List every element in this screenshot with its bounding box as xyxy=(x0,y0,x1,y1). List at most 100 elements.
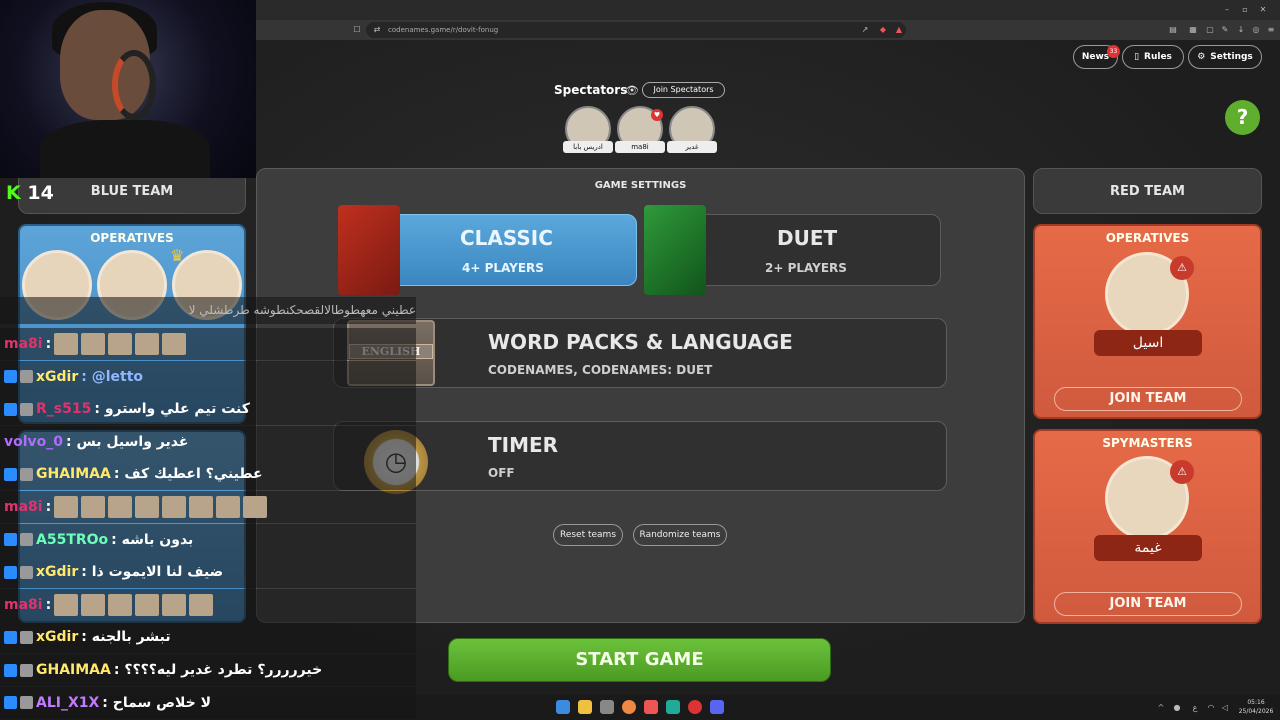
reader-icon[interactable]: ▦ xyxy=(1188,25,1198,35)
spectator-name: غدير xyxy=(667,141,717,153)
wallet-icon[interactable]: ◎ xyxy=(1251,25,1261,35)
alert-icon[interactable]: ▲ xyxy=(894,25,904,35)
menu-icon[interactable]: ≡ xyxy=(1266,25,1276,35)
help-button[interactable]: ? xyxy=(1225,100,1260,135)
classic-title: CLASSIC xyxy=(460,226,553,250)
volume-icon[interactable]: ◁ xyxy=(1220,703,1230,713)
site-info-icon[interactable]: ⇄ xyxy=(372,25,382,35)
game-settings-title: GAME SETTINGS xyxy=(594,180,687,191)
language-icon[interactable]: ع xyxy=(1190,703,1200,713)
crown-icon: ♛ xyxy=(170,246,185,265)
chat-badge-icon xyxy=(4,533,17,547)
extensions-icon[interactable]: ✎ xyxy=(1220,25,1230,35)
chat-emote xyxy=(81,333,106,355)
chat-message: ma8i : xyxy=(0,491,416,523)
close-icon[interactable]: ✕ xyxy=(1258,5,1268,15)
maximize-icon[interactable]: ▫ xyxy=(1240,5,1250,15)
chat-badge-icon xyxy=(20,663,33,677)
chat-emote xyxy=(162,593,187,616)
duet-title: DUET xyxy=(777,226,838,250)
classic-subtitle: 4+ PLAYERS xyxy=(462,261,544,275)
minimize-icon[interactable]: – xyxy=(1222,5,1232,15)
chat-emote xyxy=(54,593,79,616)
chat-username[interactable]: xGdir xyxy=(36,629,78,645)
duet-mode-button[interactable]: DUET 2+ PLAYERS xyxy=(672,214,941,286)
kick-logo-icon: K xyxy=(6,182,21,204)
headphones xyxy=(112,50,156,120)
chat-username[interactable]: ma8i xyxy=(4,597,43,613)
chat-message: R_s515 : كنت تيم علي واسترو xyxy=(0,393,416,426)
url-field[interactable]: codenames.game/r/dovit-fonug xyxy=(366,22,906,38)
discord-icon[interactable] xyxy=(710,700,724,714)
chat-badge-icon xyxy=(20,370,33,384)
spectator-name: ma8i xyxy=(615,141,665,153)
chat-emote xyxy=(243,496,268,518)
red-operative-name: اسيل xyxy=(1094,330,1202,356)
join-red-spymasters-button[interactable]: JOIN TEAM xyxy=(1054,592,1242,616)
join-spectators-button[interactable]: Join Spectators xyxy=(642,82,725,98)
chat-username[interactable]: GHAIMAA xyxy=(36,662,111,678)
chat-emote xyxy=(135,593,160,616)
join-red-operatives-button[interactable]: JOIN TEAM xyxy=(1054,387,1242,411)
red-spymaster-name: غيمة xyxy=(1094,535,1202,561)
sidebar-icon[interactable]: ▤ xyxy=(1168,25,1178,35)
chat-emote xyxy=(189,496,214,518)
chat-username[interactable]: ALI_X1X xyxy=(36,695,99,711)
host-badge-icon: ♥ xyxy=(651,109,663,121)
blue-team-title: BLUE TEAM xyxy=(90,183,174,199)
mic-icon[interactable]: ● xyxy=(1172,703,1182,713)
chat-message: volvo_0 : غدير واسيل بس xyxy=(0,425,416,458)
chat-username[interactable]: volvo_0 xyxy=(4,434,63,450)
chat-message: xGdir : @letto xyxy=(0,360,416,393)
chevron-up-icon[interactable]: ^ xyxy=(1156,703,1166,713)
chat-emote xyxy=(108,496,133,518)
randomize-teams-button[interactable]: Randomize teams xyxy=(633,524,727,546)
file-explorer-icon[interactable] xyxy=(578,700,592,714)
disconnected-icon: ⚠ xyxy=(1170,460,1194,484)
chat-username[interactable]: xGdir xyxy=(36,369,78,385)
settings-label: Settings xyxy=(1210,52,1253,62)
rules-button[interactable]: ▯ Rules xyxy=(1122,45,1184,69)
classic-mode-button[interactable]: CLASSIC 4+ PLAYERS xyxy=(366,214,637,286)
chat-username[interactable]: ma8i xyxy=(4,336,43,352)
share-icon[interactable]: ↗ xyxy=(860,25,870,35)
chat-username[interactable]: xGdir xyxy=(36,564,78,580)
start-menu-icon[interactable] xyxy=(556,700,570,714)
app-icon[interactable] xyxy=(600,700,614,714)
bookmark-icon[interactable]: ☐ xyxy=(352,25,362,35)
chat-username[interactable]: GHAIMAA xyxy=(36,466,111,482)
brave-icon[interactable] xyxy=(644,700,658,714)
chat-emote xyxy=(189,593,214,616)
obs-icon[interactable] xyxy=(688,700,702,714)
app-icon[interactable] xyxy=(666,700,680,714)
chat-username[interactable]: A55TROo xyxy=(36,532,108,548)
clock-time: 05:16 xyxy=(1247,699,1265,706)
chat-username[interactable]: R_s515 xyxy=(36,401,91,417)
chat-badge-icon xyxy=(4,402,17,416)
red-spymasters-title: SPYMASTERS xyxy=(1102,436,1193,450)
chat-badge-icon xyxy=(20,402,33,416)
chat-emote xyxy=(162,333,187,355)
chat-emote xyxy=(81,496,106,518)
chat-badge-icon xyxy=(20,467,33,481)
chat-badge-icon xyxy=(4,565,17,579)
chat-emote xyxy=(162,496,187,518)
news-label: News xyxy=(1081,52,1110,62)
settings-button[interactable]: ⚙ Settings xyxy=(1188,45,1262,69)
gear-icon: ⚙ xyxy=(1197,52,1206,62)
chat-text: : بدون باشه xyxy=(111,531,194,548)
red-team-title: RED TEAM xyxy=(1110,183,1185,199)
download-icon[interactable]: ↓ xyxy=(1236,25,1246,35)
chrome-icon[interactable] xyxy=(622,700,636,714)
reset-teams-button[interactable]: Reset teams xyxy=(553,524,623,546)
start-game-button[interactable]: START GAME xyxy=(448,638,831,682)
chat-username[interactable]: ma8i xyxy=(4,499,43,515)
window-icon[interactable]: ▢ xyxy=(1205,25,1215,35)
rules-label: Rules xyxy=(1144,52,1172,62)
streamer-body xyxy=(40,120,210,178)
chat-message: ma8i : xyxy=(0,328,416,360)
chat-text: : تبشر بالجنه xyxy=(81,629,171,646)
wifi-icon[interactable]: ◠ xyxy=(1206,703,1216,713)
brave-shield-icon[interactable]: ◆ xyxy=(878,25,888,35)
chat-emote xyxy=(54,496,79,518)
